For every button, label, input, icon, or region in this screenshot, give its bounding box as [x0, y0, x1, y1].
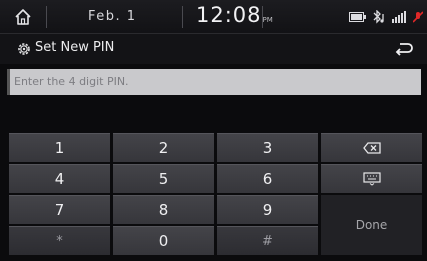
mic-mute-icon — [413, 11, 423, 23]
backspace-button[interactable] — [321, 133, 422, 162]
home-button[interactable] — [0, 0, 46, 34]
key-6[interactable]: 6 — [217, 164, 318, 193]
key-9[interactable]: 9 — [217, 195, 318, 224]
key-7[interactable]: 7 — [9, 195, 110, 224]
title-bar: Set New PIN — [0, 34, 427, 64]
status-clock: 12:08 — [196, 3, 262, 27]
battery-icon — [349, 12, 366, 22]
status-bar: Feb. 1 12:08PM — [0, 0, 427, 34]
done-button[interactable]: Done — [321, 195, 422, 255]
pin-keypad: 1 2 3 4 5 6 7 8 9 Done * 0 # — [9, 133, 427, 257]
keyboard-button[interactable] — [321, 164, 422, 193]
page-title: Set New PIN — [35, 40, 115, 55]
status-ampm: PM — [262, 16, 273, 24]
back-button[interactable] — [389, 37, 419, 61]
status-date: Feb. 1 — [88, 9, 137, 24]
gear-icon — [18, 43, 30, 55]
status-separator — [262, 6, 263, 28]
key-star[interactable]: * — [9, 226, 110, 255]
backspace-icon — [362, 142, 381, 154]
pin-input[interactable]: Enter the 4 digit PIN. — [7, 69, 421, 95]
key-4[interactable]: 4 — [9, 164, 110, 193]
pin-input-placeholder: Enter the 4 digit PIN. — [14, 75, 129, 88]
status-separator — [46, 6, 47, 28]
back-arrow-icon — [395, 43, 413, 56]
signal-icon — [392, 11, 406, 23]
key-hash[interactable]: # — [217, 226, 318, 255]
key-0[interactable]: 0 — [113, 226, 214, 255]
key-5[interactable]: 5 — [113, 164, 214, 193]
key-3[interactable]: 3 — [217, 133, 318, 162]
home-icon — [15, 9, 31, 25]
key-8[interactable]: 8 — [113, 195, 214, 224]
bluetooth-audio-icon — [373, 10, 384, 24]
key-1[interactable]: 1 — [9, 133, 110, 162]
key-2[interactable]: 2 — [113, 133, 214, 162]
status-icons — [349, 10, 423, 24]
keyboard-icon — [362, 172, 381, 186]
status-separator — [182, 6, 183, 28]
